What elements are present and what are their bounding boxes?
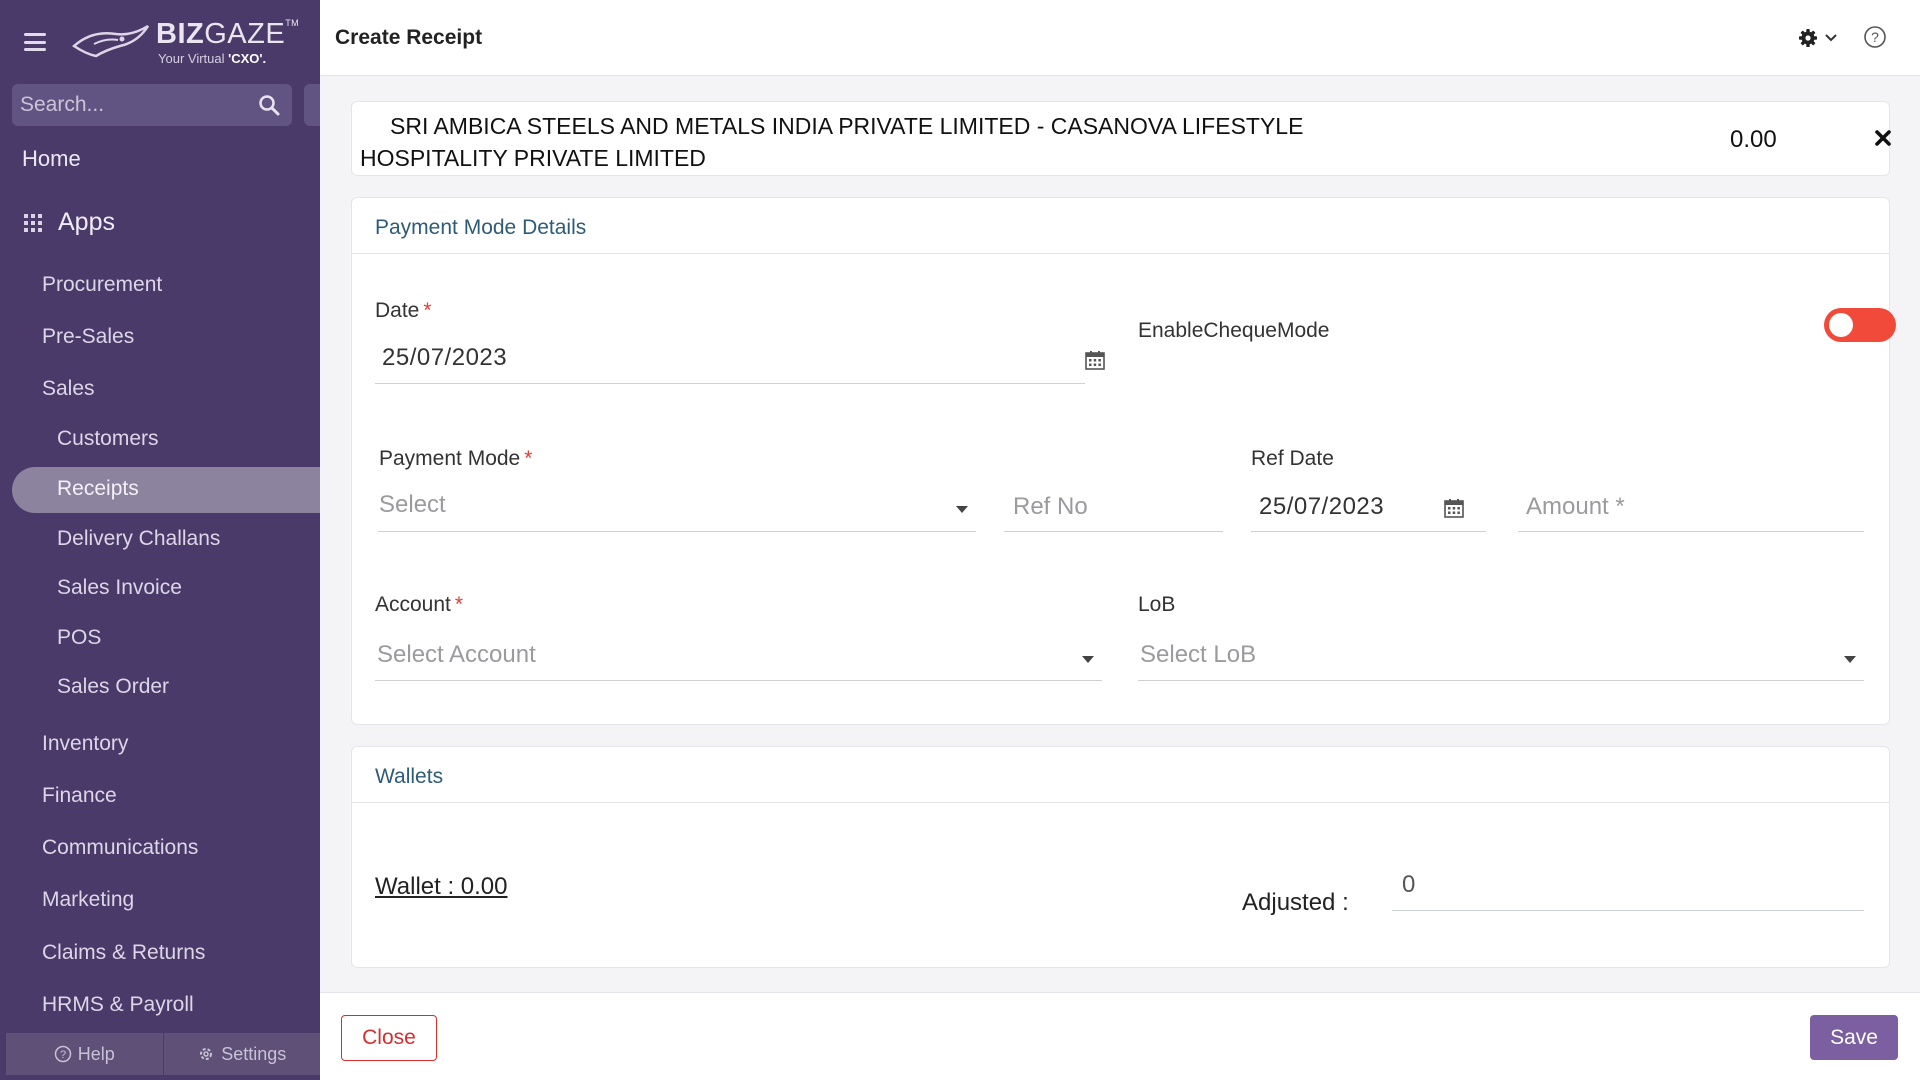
nav-customers[interactable]: Customers (57, 427, 159, 451)
lob-label: LoB (1138, 593, 1176, 616)
help-circle-icon[interactable]: ? (1863, 25, 1887, 49)
toggle-knob (1829, 313, 1853, 337)
nav-sales-invoice[interactable]: Sales Invoice (57, 576, 182, 600)
close-button[interactable]: Close (341, 1015, 437, 1061)
nav-pre-sales[interactable]: Pre-Sales (42, 325, 134, 349)
nav-home[interactable]: Home (22, 146, 81, 172)
enable-cheque-label: EnableChequeMode (1138, 319, 1330, 342)
adjusted-field[interactable] (1392, 863, 1864, 911)
gear-icon (200, 1048, 213, 1060)
search-input[interactable] (20, 90, 250, 120)
nav-hrms-payroll[interactable]: HRMS & Payroll (42, 993, 194, 1017)
nav-claims-returns[interactable]: Claims & Returns (42, 941, 205, 965)
page-title: Create Receipt (335, 26, 483, 49)
payment-mode-section: Payment Mode Details Date * 25/07/2023 En… (351, 197, 1896, 725)
sidebar-search (12, 84, 292, 126)
menu-icon[interactable] (24, 33, 46, 51)
customer-amount: 0.00 (1730, 126, 1777, 153)
date-label: Date * (375, 299, 432, 322)
action-bar: Close Save (320, 992, 1920, 1080)
settings-label: Settings (221, 1043, 287, 1064)
payment-mode-placeholder: Select (379, 491, 446, 518)
nav-finance[interactable]: Finance (42, 784, 117, 808)
section-title: Payment Mode Details (352, 198, 1889, 254)
save-button[interactable]: Save (1810, 1015, 1898, 1060)
settings-button[interactable]: Settings (164, 1033, 321, 1075)
lob-placeholder: Select LoB (1140, 641, 1257, 668)
nav-receipts[interactable]: Receipts (57, 477, 139, 501)
calendar-icon[interactable] (1085, 350, 1105, 370)
close-icon[interactable] (1874, 129, 1892, 147)
ref-date-label: Ref Date (1251, 447, 1334, 470)
sidebar-footer: ? Help Settings (6, 1033, 320, 1075)
top-bar: Create Receipt ? (320, 0, 1920, 76)
settings-dropdown[interactable] (1798, 28, 1838, 48)
amount-placeholder: Amount * (1526, 493, 1625, 520)
date-value: 25/07/2023 (382, 344, 508, 371)
account-label: Account * (375, 593, 464, 616)
nav-inventory[interactable]: Inventory (42, 732, 128, 756)
customer-card: SRI AMBICA STEELS AND METALS INDIA PRIVA… (351, 101, 1892, 176)
nav-marketing[interactable]: Marketing (42, 888, 134, 912)
sidebar: BIZGAZETM Your Virtual 'CXO'. Home Apps … (0, 0, 332, 1080)
enable-cheque-toggle[interactable] (1824, 308, 1896, 342)
nav-delivery-challans[interactable]: Delivery Challans (57, 527, 220, 551)
logo-eagle-icon (72, 24, 150, 58)
brand-tagline: Your Virtual 'CXO'. (158, 51, 267, 66)
caret-down-icon (956, 506, 968, 513)
nav-communications[interactable]: Communications (42, 836, 198, 860)
caret-down-icon (1082, 656, 1094, 663)
svg-text:?: ? (1871, 29, 1879, 45)
apps-grid-icon (24, 213, 42, 232)
help-button[interactable]: ? Help (6, 1033, 164, 1075)
ref-no-placeholder: Ref No (1013, 493, 1088, 520)
nav-apps[interactable]: Apps (24, 208, 115, 237)
search-icon[interactable] (258, 94, 280, 116)
nav-procurement[interactable]: Procurement (42, 273, 162, 297)
payment-mode-label: Payment Mode * (379, 447, 533, 470)
wallet-link[interactable]: Wallet : 0.00 (375, 873, 508, 901)
account-placeholder: Select Account (377, 641, 536, 668)
svg-text:?: ? (60, 1049, 66, 1061)
adjusted-label: Adjusted : (1242, 889, 1349, 916)
ref-date-value: 25/07/2023 (1259, 493, 1385, 520)
brand-logo[interactable]: BIZGAZETM Your Virtual 'CXO'. (72, 18, 299, 68)
gear-icon (1799, 29, 1817, 47)
brand-name: BIZGAZETM (156, 18, 300, 50)
nav-pos[interactable]: POS (57, 626, 101, 650)
nav-sales[interactable]: Sales (42, 377, 95, 401)
search-stub (304, 84, 320, 126)
wallets-section: Wallets Wallet : 0.00 Adjusted : 0 (351, 746, 1890, 968)
payment-mode-select[interactable] (378, 484, 976, 532)
help-circle-icon: ? (54, 1045, 71, 1063)
caret-down-icon (1844, 656, 1856, 663)
section-title: Wallets (352, 747, 1889, 803)
chevron-down-icon (1825, 34, 1837, 42)
apps-label: Apps (58, 208, 115, 236)
customer-name: SRI AMBICA STEELS AND METALS INDIA PRIVA… (360, 113, 1304, 171)
main-panel: Create Receipt ? SRI AMBICA STEELS AND M… (320, 0, 1920, 1080)
nav-sales-order[interactable]: Sales Order (57, 675, 169, 699)
calendar-icon[interactable] (1444, 498, 1464, 518)
help-label: Help (77, 1043, 115, 1064)
adjusted-value: 0 (1402, 871, 1416, 898)
